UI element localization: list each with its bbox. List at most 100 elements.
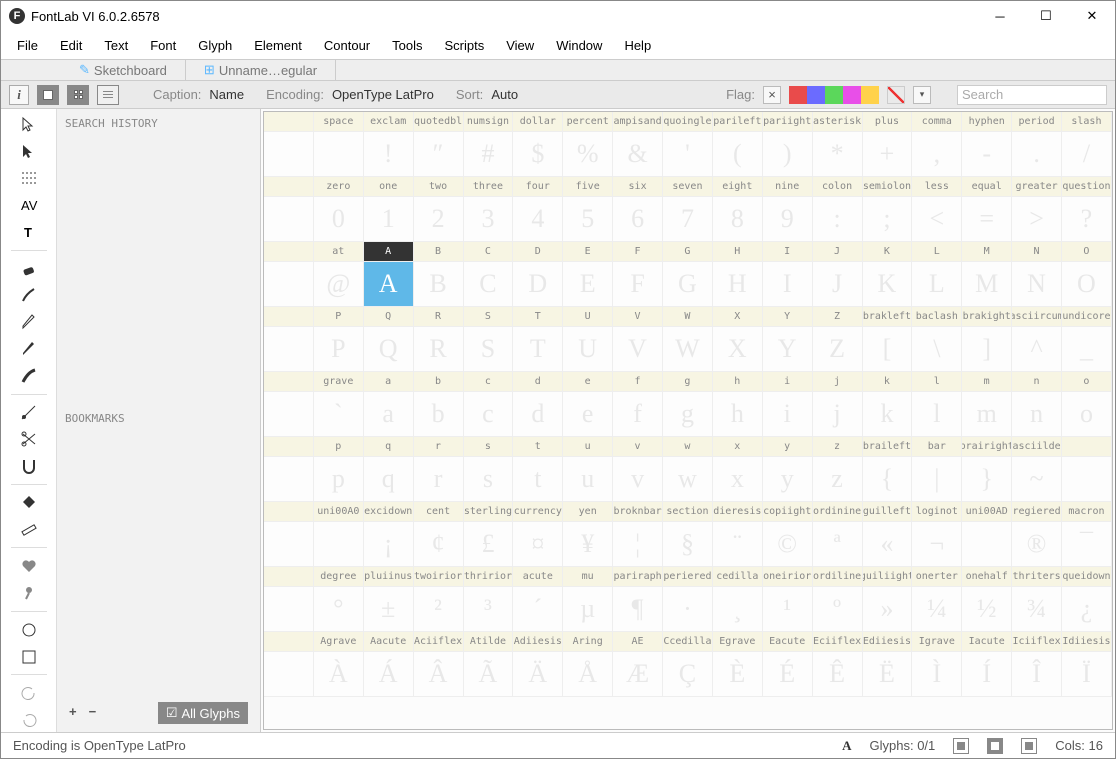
glyph-cell[interactable]: { [863,457,913,502]
glyph-cell[interactable]: # [464,132,514,177]
glyph-cell[interactable]: ¾ [1012,587,1062,632]
glyph-cell[interactable]: 5 [563,197,613,242]
glyph-cell[interactable]: R [414,327,464,372]
glyph-header[interactable]: currency [513,502,563,522]
glyph-cell[interactable]: t [513,457,563,502]
flag-swatch-1[interactable] [807,86,825,104]
glyph-header[interactable]: E [563,242,613,262]
glyph-header[interactable]: excidown [364,502,414,522]
glyph-cell[interactable]: ~ [1012,457,1062,502]
glyph-cell[interactable]: ° [314,587,364,632]
glyph-header[interactable]: F [613,242,663,262]
glyph-header[interactable]: J [813,242,863,262]
glyph-cell[interactable]: D [513,262,563,307]
glyph-cell[interactable]: ¤ [513,522,563,567]
glyph-header[interactable]: thriters [1012,567,1062,587]
glyph-header[interactable]: baclash [912,307,962,327]
glyph-header[interactable]: onerter [912,567,962,587]
glyph-header[interactable]: five [563,177,613,197]
menu-help[interactable]: Help [614,35,661,56]
glyph-header[interactable]: oneirior [763,567,813,587]
glyph-cell[interactable]: ^ [1012,327,1062,372]
glyph-cell[interactable]: ' [663,132,713,177]
glyph-cell[interactable]: _ [1062,327,1112,372]
glyph-cell[interactable]: » [863,587,913,632]
glyph-header[interactable]: u [563,437,613,457]
glyph-header[interactable] [264,437,314,457]
glyph-header[interactable]: Aciiflex [414,632,464,652]
glyph-header[interactable]: p [314,437,364,457]
glyph-cell[interactable]: Y [763,327,813,372]
close-button[interactable]: ✕ [1069,1,1115,31]
glyph-header[interactable]: Eacute [763,632,813,652]
glyph-header[interactable]: Aring [563,632,613,652]
glyph-header[interactable]: uni00AD [962,502,1012,522]
glyph-cell[interactable]: N [1012,262,1062,307]
fill-icon[interactable] [15,491,43,515]
glyph-cell[interactable]: a [364,392,414,437]
glyph-header[interactable]: six [613,177,663,197]
glyph-cell[interactable]: Ä [513,652,563,697]
glyph-header[interactable]: period [1012,112,1062,132]
glyph-header[interactable]: plus [863,112,913,132]
glyph-header[interactable]: comma [912,112,962,132]
glyph-cell[interactable] [264,587,314,632]
glyph-cell[interactable]: 2 [414,197,464,242]
glyph-header[interactable]: V [613,307,663,327]
glyph-cell[interactable] [314,132,364,177]
glyph-cell[interactable]: J [813,262,863,307]
glyph-header[interactable]: d [513,372,563,392]
knife-icon[interactable] [15,401,43,425]
menu-glyph[interactable]: Glyph [188,35,242,56]
glyph-cell[interactable]: i [763,392,813,437]
glyph-header[interactable]: section [663,502,713,522]
glyph-header[interactable]: onehalf [962,567,1012,587]
glyph-header[interactable]: Eciiflex [813,632,863,652]
glyph-cell[interactable]: > [1012,197,1062,242]
glyph-header[interactable]: Aacute [364,632,414,652]
undo-icon[interactable] [15,681,43,705]
glyph-cell[interactable]: 7 [663,197,713,242]
glyph-cell[interactable]: ´ [513,587,563,632]
magnet-icon[interactable] [15,454,43,478]
glyph-header[interactable] [264,502,314,522]
glyph-cell[interactable]: ¬ [912,522,962,567]
glyph-cell[interactable]: © [763,522,813,567]
glyph-cell[interactable] [264,392,314,437]
menu-tools[interactable]: Tools [382,35,432,56]
glyph-cell[interactable]: X [713,327,763,372]
glyph-header[interactable]: D [513,242,563,262]
menu-scripts[interactable]: Scripts [435,35,495,56]
glyph-cell[interactable]: 9 [763,197,813,242]
eraser-icon[interactable] [15,257,43,281]
glyph-header[interactable]: Q [364,307,414,327]
glyph-header[interactable]: pariraph [613,567,663,587]
glyph-cell[interactable]: g [663,392,713,437]
glyph-cell[interactable]: Ì [912,652,962,697]
glyph-header[interactable]: Idiiesis [1062,632,1112,652]
glyph-header[interactable]: percent [563,112,613,132]
glyph-header[interactable] [1062,437,1112,457]
glyph-cell[interactable]: ¶ [613,587,663,632]
glyph-header[interactable]: guiliight [863,567,913,587]
glyph-cell[interactable] [264,132,314,177]
glyph-header[interactable]: Ccedilla [663,632,713,652]
glyph-cell[interactable]: Ï [1062,652,1112,697]
text-icon[interactable]: T [15,220,43,244]
glyph-header[interactable]: AE [613,632,663,652]
glyph-cell[interactable]: T [513,327,563,372]
glyph-cell[interactable]: w [663,457,713,502]
glyph-header[interactable]: quoingle [663,112,713,132]
glyph-cell[interactable]: ` [314,392,364,437]
menu-text[interactable]: Text [94,35,138,56]
glyph-header[interactable]: exclam [364,112,414,132]
view-single-button[interactable] [37,85,59,105]
flag-swatch-2[interactable] [825,86,843,104]
glyph-header[interactable]: greater [1012,177,1062,197]
minimize-button[interactable]: ─ [977,1,1023,31]
glyph-cell[interactable]: £ [464,522,514,567]
pin-icon[interactable] [15,581,43,605]
circle-icon[interactable] [15,618,43,642]
guides-icon[interactable] [15,167,43,191]
glyph-cell[interactable]: 1 [364,197,414,242]
